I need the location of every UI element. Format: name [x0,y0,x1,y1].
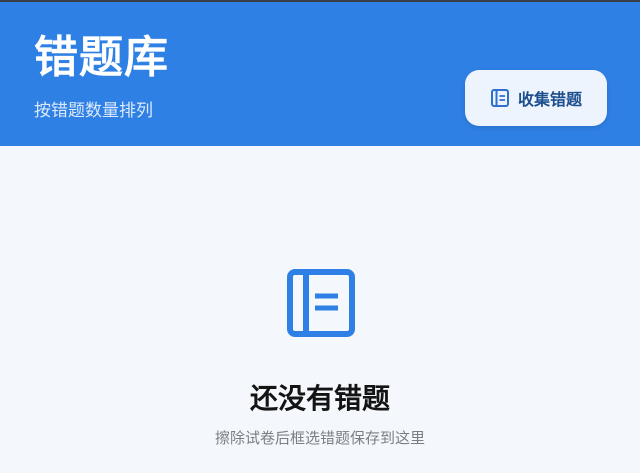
page-subtitle: 按错题数量排列 [34,101,153,121]
header-bar: 错题库 按错题数量排列 收集错题 [0,0,640,146]
page-title: 错题库 [34,32,169,83]
empty-state-description: 擦除试卷后框选错题保存到这里 [214,429,425,447]
notebook-icon [286,268,356,338]
notebook-icon [490,88,510,108]
empty-state-title: 还没有错题 [249,382,390,415]
app-screen: 错题库 按错题数量排列 收集错题 还没有错题 擦除试卷后框选错题保存到这里 [0,0,640,473]
collect-mistakes-button[interactable]: 收集错题 [465,70,607,126]
collect-mistakes-label: 收集错题 [517,90,582,109]
